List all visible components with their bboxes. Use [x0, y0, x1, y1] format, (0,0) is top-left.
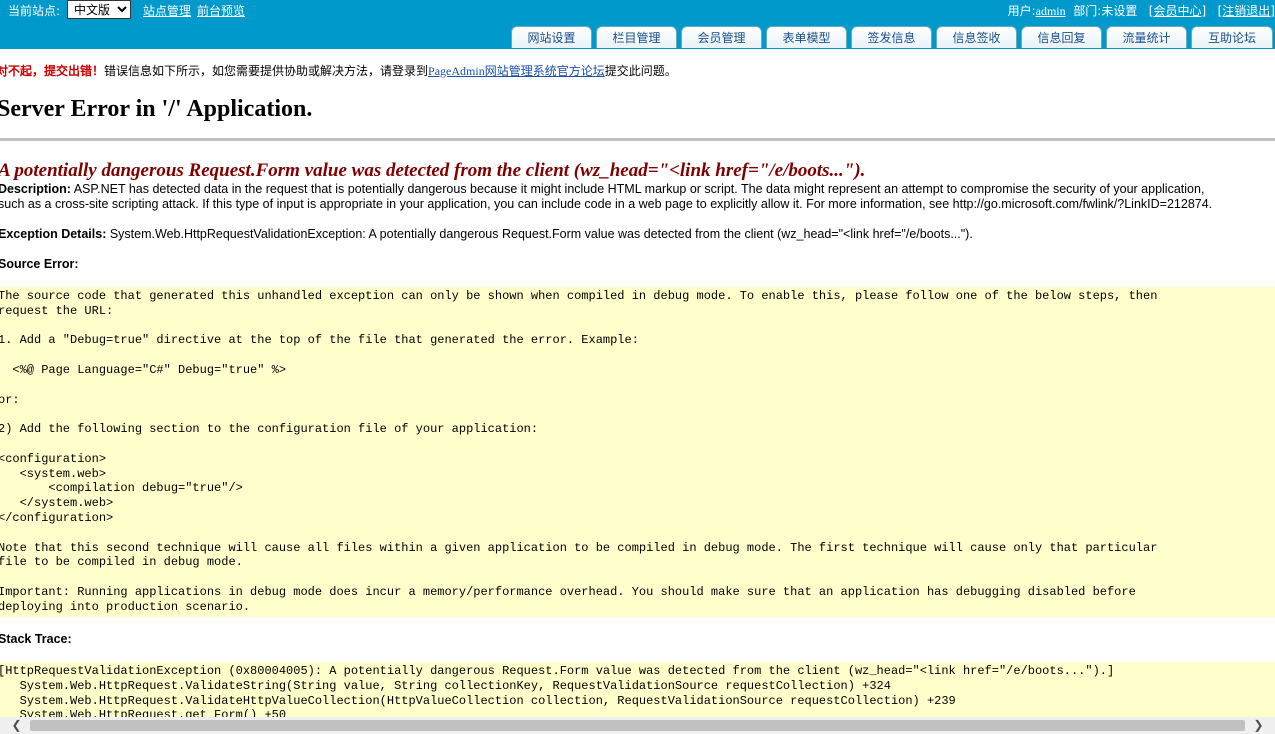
exception-text: System.Web.HttpRequestValidationExceptio… — [106, 227, 973, 241]
site-language-select[interactable]: 中文版 — [67, 0, 131, 19]
scrollbar-thumb[interactable] — [30, 720, 1245, 731]
tab-site-settings[interactable]: 网站设置 — [511, 26, 592, 48]
scroll-right-icon[interactable]: ❯ — [1250, 717, 1267, 734]
member-center-link[interactable]: [会员中心] — [1149, 4, 1206, 18]
description-line2: such as a cross-site scripting attack. I… — [0, 197, 1213, 211]
dept-label: 部门: — [1073, 4, 1102, 18]
tab-issue-info[interactable]: 签发信息 — [851, 26, 932, 48]
title-divider — [0, 138, 1275, 141]
exception-label: Exception Details: — [0, 227, 107, 241]
error-notice-tail: 提交此问题。 — [604, 64, 677, 78]
error-notice: 对不起，提交出错！错误信息如下所示，如您需要提供协助或解决方法，请登录到Page… — [0, 62, 677, 79]
stack-trace-text: [HttpRequestValidationException (0x80004… — [0, 664, 1115, 717]
page-title: Server Error in '/' Application. — [0, 96, 313, 122]
scroll-left-icon[interactable]: ❮ — [8, 717, 25, 734]
error-notice-red: 对不起，提交出错！ — [0, 64, 105, 78]
exception-details: Exception Details: System.Web.HttpReques… — [0, 227, 1273, 242]
tab-traffic-stats[interactable]: 流量统计 — [1106, 26, 1187, 48]
username-link[interactable]: admin — [1036, 4, 1066, 18]
tab-info-receipt[interactable]: 信息签收 — [936, 26, 1017, 48]
tab-member-manage[interactable]: 会员管理 — [681, 26, 762, 48]
source-error-label: Source Error: — [0, 257, 79, 271]
user-bar: 用户:admin 部门:未设置 [会员中心] [注销退出] — [1008, 2, 1275, 19]
forum-link[interactable]: PageAdmin网站管理系统官方论坛 — [428, 64, 605, 78]
error-notice-text: 错误信息如下所示，如您需要提供协助或解决方法，请登录到 — [104, 64, 429, 78]
current-site-label: 当前站点: — [8, 4, 61, 18]
dept-value: 未设置 — [1101, 4, 1138, 18]
source-error-box: The source code that generated this unha… — [0, 287, 1275, 617]
tab-form-model[interactable]: 表单模型 — [766, 26, 847, 48]
site-manage-link[interactable]: 站点管理 — [143, 2, 191, 19]
user-label: 用户: — [1007, 4, 1036, 18]
tab-info-reply[interactable]: 信息回复 — [1021, 26, 1102, 48]
stack-trace-box: [HttpRequestValidationException (0x80004… — [0, 662, 1275, 717]
error-subtitle: A potentially dangerous Request.Form val… — [0, 160, 866, 181]
description-line1: ASP.NET has detected data in the request… — [70, 182, 1205, 196]
horizontal-scrollbar[interactable]: ❮ ❯ — [0, 717, 1275, 734]
logout-link[interactable]: [注销退出] — [1218, 4, 1275, 18]
main-tabs: 网站设置 栏目管理 会员管理 表单模型 签发信息 信息签收 信息回复 流量统计 … — [511, 26, 1273, 49]
source-error-text: The source code that generated this unha… — [0, 289, 1158, 614]
stack-trace-label: Stack Trace: — [0, 632, 72, 646]
front-preview-link[interactable]: 前台预览 — [197, 2, 245, 19]
tab-column-manage[interactable]: 栏目管理 — [596, 26, 677, 48]
tab-forum[interactable]: 互助论坛 — [1191, 26, 1273, 48]
description-block: Description: ASP.NET has detected data i… — [0, 182, 1273, 212]
top-bar: 当前站点: 中文版 站点管理 前台预览 用户:admin 部门:未设置 [会员中… — [0, 0, 1275, 49]
description-label: Description: — [0, 182, 71, 196]
stack-trace-heading: Stack Trace: — [0, 632, 1273, 647]
source-error-heading: Source Error: — [0, 257, 1273, 272]
